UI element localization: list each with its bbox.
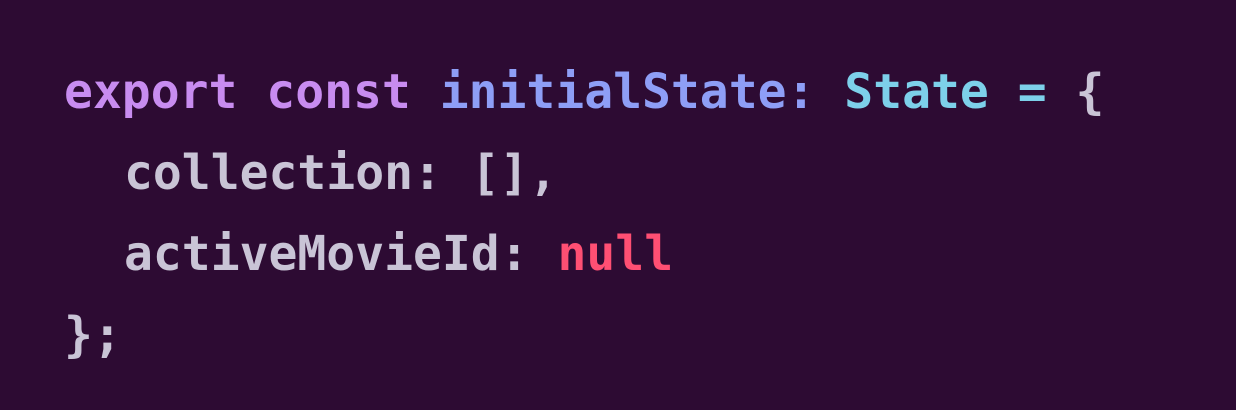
property-colon: : (412, 145, 442, 201)
code-line-3: activeMovieId: null (64, 222, 1236, 303)
const-keyword: const (266, 64, 411, 120)
export-keyword: export (64, 64, 238, 120)
property-collection: collection (124, 145, 413, 201)
null-value: null (557, 226, 674, 282)
code-line-1: export const initialState: State = { (64, 60, 1236, 141)
empty-array-value: [] (470, 145, 529, 201)
type-colon: : (786, 64, 816, 120)
property-colon: : (499, 226, 529, 282)
type-name: State (844, 64, 989, 120)
variable-name: initialState (439, 64, 787, 120)
code-line-2: collection: [], (64, 141, 1236, 222)
property-active-movie-id: activeMovieId (124, 226, 500, 282)
close-brace-semicolon: }; (64, 307, 122, 363)
code-line-4: }; (64, 303, 1236, 384)
comma: , (528, 145, 558, 201)
code-editor: export const initialState: State = { col… (0, 0, 1236, 410)
open-brace: { (1075, 64, 1105, 120)
equals-sign: = (1017, 64, 1047, 120)
